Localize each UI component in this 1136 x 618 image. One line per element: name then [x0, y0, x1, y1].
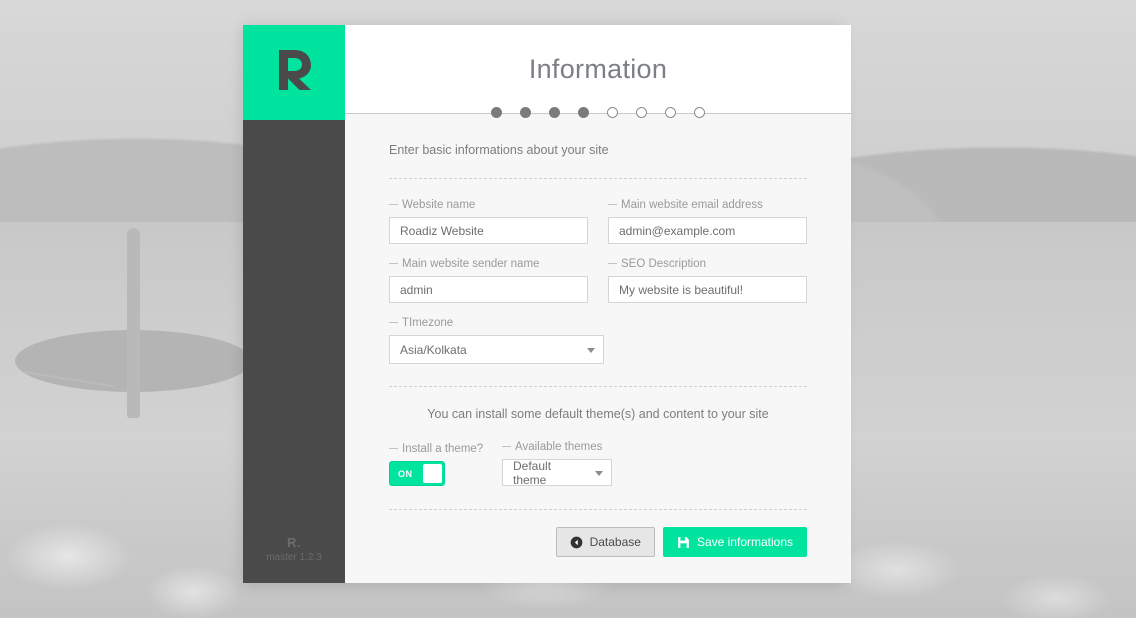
- step-dot-4[interactable]: [578, 107, 589, 118]
- sidebar-footer: R. master 1.2.3: [243, 535, 345, 565]
- save-informations-button-label: Save informations: [696, 535, 793, 549]
- label-install-theme: Install a theme?: [389, 443, 484, 455]
- field-row-3: TImezone Asia/Kolkata: [389, 317, 807, 364]
- label-dash-icon: [502, 446, 511, 448]
- step-dot-6[interactable]: [636, 107, 647, 118]
- field-seo-description: SEO Description: [608, 258, 807, 303]
- label-dash-icon: [608, 204, 617, 206]
- roadiz-r-logo-icon: [275, 48, 313, 97]
- brand-logo-block: [243, 25, 345, 120]
- sidebar: R. master 1.2.3: [243, 25, 345, 583]
- field-row-1: Website name Main website email address: [389, 199, 807, 244]
- label-website-name: Website name: [389, 199, 588, 211]
- theme-intro-text: You can install some default theme(s) an…: [427, 407, 769, 421]
- label-timezone-text: TImezone: [402, 317, 454, 329]
- chevron-down-icon: [587, 347, 595, 353]
- label-timezone: TImezone: [389, 317, 604, 329]
- database-back-button[interactable]: Database: [555, 527, 655, 557]
- form-intro-text: Enter basic informations about your site: [389, 143, 609, 157]
- chevron-down-icon: [595, 470, 603, 476]
- label-dash-icon: [389, 204, 398, 206]
- label-main-website-email-address: Main website email address: [608, 199, 807, 211]
- label-seo-description-text: SEO Description: [621, 258, 707, 270]
- field-timezone: TImezone Asia/Kolkata: [389, 317, 604, 364]
- timezone-select[interactable]: Asia/Kolkata: [389, 335, 604, 364]
- label-dash-icon: [389, 322, 398, 324]
- form-divider-bottom: [389, 509, 807, 510]
- input-main-website-sender-name[interactable]: [389, 276, 588, 303]
- field-available-themes: Available themes Default theme: [502, 441, 612, 487]
- toggle-state-label: ON: [398, 468, 413, 479]
- input-seo-description[interactable]: [608, 276, 807, 303]
- theme-controls-row: Install a theme? ON Available themes Def…: [389, 441, 807, 487]
- field-website-name: Website name: [389, 199, 588, 244]
- floppy-disk-save-icon: [677, 536, 690, 549]
- label-main-website-email-address-text: Main website email address: [621, 199, 763, 211]
- label-install-theme-text: Install a theme?: [402, 443, 484, 455]
- step-dot-5[interactable]: [607, 107, 618, 118]
- label-main-website-sender-name: Main website sender name: [389, 258, 588, 270]
- page-title: Information: [528, 53, 668, 84]
- step-dots: [345, 107, 851, 118]
- database-back-button-label: Database: [589, 535, 641, 549]
- label-available-themes-text: Available themes: [515, 441, 603, 453]
- sidebar-logo-mark: R.: [287, 535, 301, 550]
- step-dot-8[interactable]: [694, 107, 705, 118]
- form-divider-top: [389, 178, 807, 179]
- field-install-theme: Install a theme? ON: [389, 443, 484, 486]
- label-main-website-sender-name-text: Main website sender name: [402, 258, 540, 270]
- label-seo-description: SEO Description: [608, 258, 807, 270]
- sidebar-version-label: master 1.2.3: [266, 552, 322, 563]
- step-dot-7[interactable]: [665, 107, 676, 118]
- theme-section: You can install some default theme(s) an…: [389, 407, 807, 487]
- available-themes-select[interactable]: Default theme: [502, 459, 612, 487]
- label-website-name-text: Website name: [402, 199, 476, 211]
- installer-content: Information Enter basic informations abo…: [345, 25, 851, 583]
- label-dash-icon: [389, 448, 398, 450]
- toggle-knob[interactable]: [423, 464, 442, 483]
- install-theme-toggle[interactable]: ON: [389, 461, 445, 486]
- form-divider-middle: [389, 386, 807, 387]
- step-dot-3[interactable]: [549, 107, 560, 118]
- arrow-circle-left-icon: [570, 536, 583, 549]
- field-main-website-sender-name: Main website sender name: [389, 258, 588, 303]
- installer-form: Enter basic informations about your site…: [345, 113, 851, 583]
- save-informations-button[interactable]: Save informations: [662, 527, 807, 557]
- step-dot-1[interactable]: [491, 107, 502, 118]
- label-dash-icon: [608, 263, 617, 265]
- input-main-website-email-address[interactable]: [608, 217, 807, 244]
- surfer-body-shape: [127, 228, 140, 418]
- label-available-themes: Available themes: [502, 441, 612, 453]
- input-website-name[interactable]: [389, 217, 588, 244]
- label-dash-icon: [389, 263, 398, 265]
- field-row-2: Main website sender name SEO Description: [389, 258, 807, 303]
- form-actions: Database Save informations: [389, 527, 807, 583]
- installer-panel: R. master 1.2.3 Information Enter basic …: [243, 25, 851, 583]
- step-dot-2[interactable]: [520, 107, 531, 118]
- installer-header: Information: [345, 25, 851, 113]
- background-surfer-silhouette: [15, 228, 251, 428]
- timezone-select-value[interactable]: Asia/Kolkata: [389, 335, 604, 364]
- field-main-website-email-address: Main website email address: [608, 199, 807, 244]
